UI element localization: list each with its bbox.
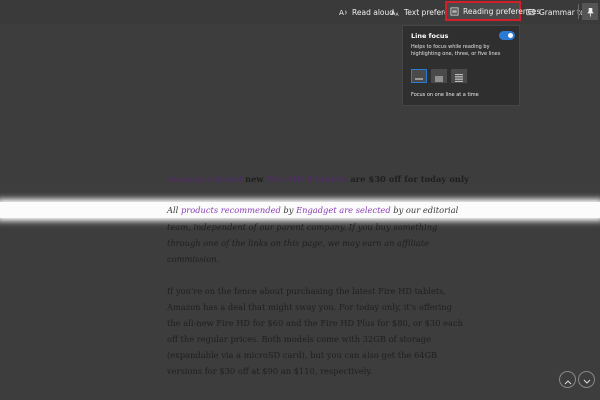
focused-link: products: [180, 205, 219, 215]
line-focus-description: Helps to focus while reading by highligh…: [411, 44, 501, 57]
one-line-icon: [415, 67, 423, 86]
focused-line: All products recommended by Engadget are…: [167, 205, 458, 215]
disclaimer-line: commission.: [167, 254, 220, 264]
text-preferences-icon: AA: [391, 8, 400, 17]
focused-text: All: [167, 205, 181, 215]
headline-part: Amazon's brand: [167, 174, 243, 184]
previous-page-button[interactable]: [559, 371, 576, 388]
one-line-option[interactable]: [411, 69, 427, 83]
line-focus-title: Line focus: [411, 32, 449, 40]
body-line: the all-new Fire HD for $60 and the Fire…: [167, 318, 463, 328]
focused-text: [218, 205, 221, 215]
disclaimer-line: through one of the links on this page, w…: [167, 238, 430, 248]
pin-icon: [586, 2, 595, 21]
body-line: versions for $30 off at $90 an $110, res…: [167, 366, 373, 376]
reading-preferences-panel: Line focus Helps to focus while reading …: [402, 25, 520, 106]
body-line: off the regular prices. Both models come…: [167, 334, 432, 344]
body-line: Amazon has a deal that might sway you. F…: [167, 302, 452, 312]
chevron-down-icon: [583, 370, 591, 389]
pin-toolbar-button[interactable]: [582, 3, 598, 20]
read-aloud-label: Read aloud: [352, 7, 395, 17]
headline-part: new: [242, 174, 267, 184]
reading-preferences-button[interactable]: Reading preferences: [445, 1, 540, 21]
body-line: If you're on the fence about purchasing …: [167, 286, 446, 296]
svg-text:A: A: [339, 8, 344, 17]
article-headline: Amazon's brand new Fire HD 8 tablets are…: [167, 174, 469, 184]
three-lines-option[interactable]: [431, 69, 447, 83]
reading-preferences-icon: [450, 7, 459, 16]
next-page-button[interactable]: [578, 371, 595, 388]
body-line: (expandable via a microSD card), but you…: [167, 350, 438, 360]
grammar-tools-icon: [526, 8, 535, 17]
focused-link: are selected: [339, 205, 391, 215]
read-aloud-icon: A: [339, 8, 348, 17]
focused-link: Engadget: [296, 205, 337, 215]
line-focus-highlight: [0, 202, 600, 218]
toggle-knob: [508, 33, 513, 38]
svg-text:A: A: [396, 12, 400, 17]
focused-text: by our editorial: [390, 205, 459, 215]
line-focus-hint: Focus on one line at a time: [411, 92, 479, 98]
line-focus-toggle[interactable]: [499, 31, 515, 40]
three-lines-icon: [435, 67, 443, 86]
five-lines-icon: [455, 67, 463, 86]
toolbar-divider: [578, 4, 579, 19]
disclaimer-line: team, independent of our parent company.…: [167, 222, 438, 232]
chevron-up-icon: [564, 370, 572, 389]
focused-text: by: [280, 205, 297, 215]
focused-text: [337, 205, 340, 215]
headline-part: are $30 off for today only: [347, 174, 469, 184]
focused-link: recommended: [220, 205, 281, 215]
headline-part: Fire HD 8 tablets: [266, 174, 348, 184]
reader-toolbar: A Read aloud AA Text preferences Reading…: [0, 0, 600, 24]
read-aloud-button[interactable]: A Read aloud: [339, 3, 394, 21]
five-lines-option[interactable]: [451, 69, 467, 83]
